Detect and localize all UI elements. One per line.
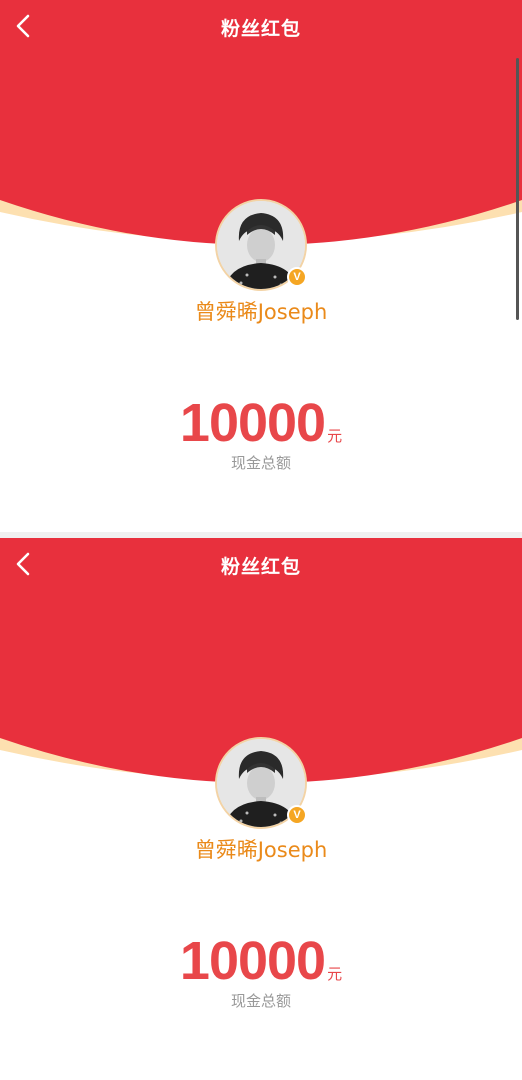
verified-badge-icon: V bbox=[287, 267, 307, 287]
amount-unit: 元 bbox=[327, 427, 343, 445]
amount-row: 10000 元 bbox=[0, 392, 522, 454]
amount-label: 现金总额 bbox=[230, 992, 291, 1010]
sender-avatar-container[interactable]: V bbox=[215, 199, 307, 291]
verified-badge-icon: V bbox=[287, 805, 307, 825]
amount-value: 10000 bbox=[179, 393, 326, 453]
scrollbar[interactable] bbox=[516, 58, 519, 320]
amount-label: 现金总额 bbox=[230, 454, 291, 472]
amount-unit: 元 bbox=[327, 965, 343, 983]
page-title: 粉丝红包 bbox=[220, 556, 301, 578]
amount-row: 10000 元 bbox=[0, 930, 522, 992]
sender-name[interactable]: 曾舜晞Joseph bbox=[0, 834, 522, 864]
red-packet-screen-2: 粉丝红包 V 曾舜晞Joseph 10000 元 现金总额 bbox=[0, 538, 522, 1070]
red-packet-screen-1: 粉丝红包 V 曾舜晞Joseph 10000 元 现金总额 bbox=[0, 0, 522, 532]
sender-avatar-container[interactable]: V bbox=[215, 737, 307, 829]
sender-name[interactable]: 曾舜晞Joseph bbox=[0, 296, 522, 326]
amount-value: 10000 bbox=[179, 931, 326, 991]
page-title: 粉丝红包 bbox=[220, 18, 301, 40]
